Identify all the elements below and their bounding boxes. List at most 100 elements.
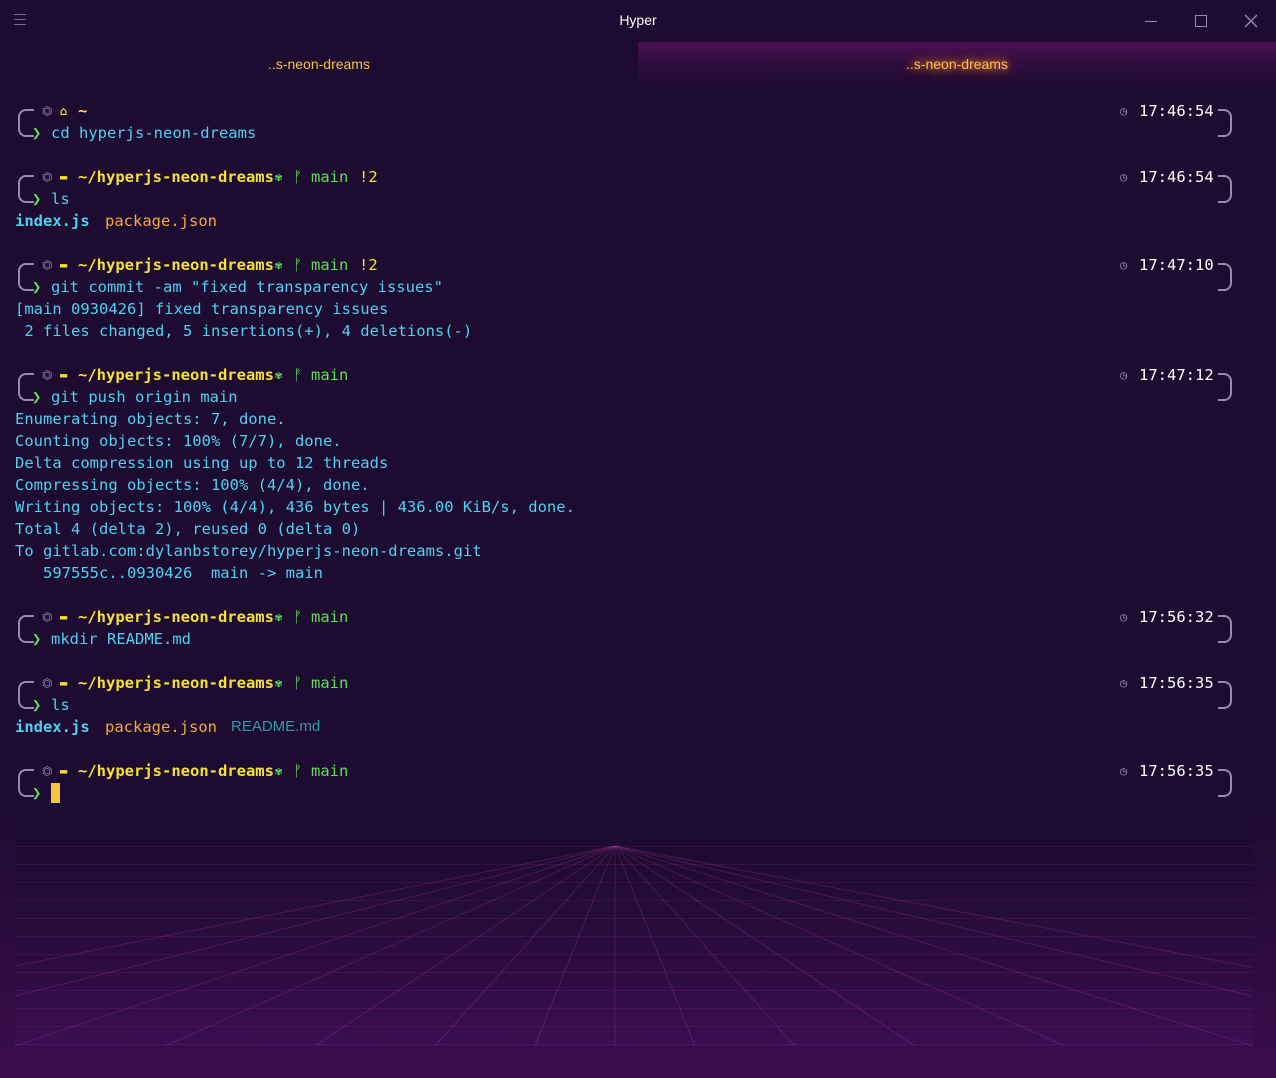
- git-icon: ✾: [275, 170, 283, 184]
- prompt-arrow: ❯: [32, 278, 42, 296]
- tab-2-active[interactable]: ..s-neon-dreams: [638, 42, 1276, 86]
- hyper-window: Hyper ..s-neon-dreams ..s-neon-dreams ⏣ …: [0, 0, 1276, 1078]
- clock-icon: ◷: [1120, 170, 1128, 184]
- prompt-bracket-right: [1218, 373, 1232, 401]
- prompt-arrow: ❯: [32, 696, 42, 714]
- git-status: !2: [359, 168, 378, 186]
- prompt-dir: ~/hyperjs-neon-dreams: [78, 674, 274, 692]
- output-line: Total 4 (delta 2), reused 0 (delta 0): [15, 520, 361, 538]
- command-text: git push origin main: [51, 388, 238, 406]
- prompt-time: 17:56:35: [1139, 674, 1214, 692]
- output-line: Compressing objects: 100% (4/4), done.: [15, 476, 370, 494]
- prompt-bracket-right: [1218, 769, 1232, 797]
- git-status: !2: [359, 256, 378, 274]
- git-icon: ✾: [275, 676, 283, 690]
- branch-icon: ᚠ: [293, 256, 303, 274]
- clock-icon: ◷: [1120, 258, 1128, 272]
- prompt-bracket-right: [1218, 109, 1232, 137]
- tab-bar: ..s-neon-dreams ..s-neon-dreams: [0, 42, 1276, 86]
- prompt-time: 17:46:54: [1139, 168, 1214, 186]
- git-icon: ✾: [275, 764, 283, 778]
- git-icon: ✾: [275, 368, 283, 382]
- output-line: Delta compression using up to 12 threads: [15, 454, 389, 472]
- clock-icon: ◷: [1120, 104, 1128, 118]
- branch-icon: ᚠ: [293, 366, 303, 384]
- git-branch: main: [311, 366, 349, 384]
- ls-file-json: package.json: [105, 212, 217, 230]
- os-icon: ⏣: [42, 676, 53, 690]
- prompt-dir: ~/hyperjs-neon-dreams: [78, 256, 274, 274]
- command-text: mkdir README.md: [51, 630, 191, 648]
- os-icon: ⏣: [42, 170, 53, 184]
- os-icon: ⏣: [42, 764, 53, 778]
- branch-icon: ᚠ: [293, 762, 303, 780]
- ls-file-json: package.json: [105, 718, 217, 736]
- os-icon: ⏣: [42, 104, 53, 118]
- close-icon[interactable]: [1240, 10, 1262, 32]
- os-icon: ⏣: [42, 368, 53, 382]
- folder-icon: ▬: [60, 610, 68, 624]
- prompt-bracket-right: [1218, 175, 1232, 203]
- command-text: git commit -am "fixed transparency issue…: [51, 278, 443, 296]
- folder-icon: ▬: [60, 258, 68, 272]
- prompt-dir: ~/hyperjs-neon-dreams: [78, 168, 274, 186]
- output-line: [main 0930426] fixed transparency issues: [15, 300, 389, 318]
- terminal-cursor[interactable]: [51, 783, 60, 803]
- clock-icon: ◷: [1120, 676, 1128, 690]
- window-title: Hyper: [619, 12, 657, 28]
- git-icon: ✾: [275, 610, 283, 624]
- git-branch: main: [311, 168, 349, 186]
- clock-icon: ◷: [1120, 610, 1128, 624]
- git-branch: main: [311, 674, 349, 692]
- maximize-icon[interactable]: [1190, 10, 1212, 32]
- branch-icon: ᚠ: [293, 674, 303, 692]
- prompt-dir: ~: [78, 102, 88, 120]
- prompt-bracket-right: [1218, 615, 1232, 643]
- prompt-time: 17:47:12: [1139, 366, 1214, 384]
- prompt-bracket-right: [1218, 263, 1232, 291]
- output-line: To gitlab.com:dylanbstorey/hyperjs-neon-…: [15, 542, 482, 560]
- git-branch: main: [311, 256, 349, 274]
- git-branch: main: [311, 762, 349, 780]
- minimize-icon[interactable]: [1140, 10, 1162, 32]
- prompt-time: 17:46:54: [1139, 102, 1214, 120]
- prompt-dir: ~/hyperjs-neon-dreams: [78, 762, 274, 780]
- os-icon: ⏣: [42, 258, 53, 272]
- folder-icon: ▬: [60, 676, 68, 690]
- prompt-arrow: ❯: [32, 190, 42, 208]
- prompt-arrow: ❯: [32, 630, 42, 648]
- branch-icon: ᚠ: [293, 608, 303, 626]
- terminal[interactable]: ⏣ ⌂ ~ ◷ 17:46:54 ❯ cd hyperjs-neon-dream…: [0, 86, 1276, 1078]
- output-line: 2 files changed, 5 insertions(+), 4 dele…: [15, 322, 473, 340]
- ls-dir-readme: README.md: [231, 718, 321, 735]
- folder-icon: ▬: [60, 368, 68, 382]
- clock-icon: ◷: [1120, 764, 1128, 778]
- branch-icon: ᚠ: [293, 168, 303, 186]
- prompt-time: 17:56:32: [1139, 608, 1214, 626]
- output-line: Enumerating objects: 7, done.: [15, 410, 286, 428]
- prompt-dir: ~/hyperjs-neon-dreams: [78, 366, 274, 384]
- tab-1[interactable]: ..s-neon-dreams: [0, 42, 638, 86]
- output-line: Counting objects: 100% (7/7), done.: [15, 432, 342, 450]
- output-line: Writing objects: 100% (4/4), 436 bytes |…: [15, 498, 575, 516]
- home-icon: ⌂: [60, 104, 68, 118]
- prompt-time: 17:56:35: [1139, 762, 1214, 780]
- os-icon: ⏣: [42, 610, 53, 624]
- git-branch: main: [311, 608, 349, 626]
- command-text: cd hyperjs-neon-dreams: [51, 124, 257, 142]
- ls-file-js: index.js: [15, 718, 90, 736]
- prompt-arrow: ❯: [32, 124, 42, 142]
- clock-icon: ◷: [1120, 368, 1128, 382]
- prompt-time: 17:47:10: [1139, 256, 1214, 274]
- neon-grid-lines: [15, 846, 1253, 1046]
- folder-icon: ▬: [60, 170, 68, 184]
- command-text: ls: [51, 696, 70, 714]
- folder-icon: ▬: [60, 764, 68, 778]
- command-text: ls: [51, 190, 70, 208]
- prompt-bracket-right: [1218, 681, 1232, 709]
- prompt-dir: ~/hyperjs-neon-dreams: [78, 608, 274, 626]
- git-icon: ✾: [275, 258, 283, 272]
- ls-file-js: index.js: [15, 212, 90, 230]
- prompt-arrow: ❯: [32, 388, 42, 406]
- prompt-arrow: ❯: [32, 784, 42, 802]
